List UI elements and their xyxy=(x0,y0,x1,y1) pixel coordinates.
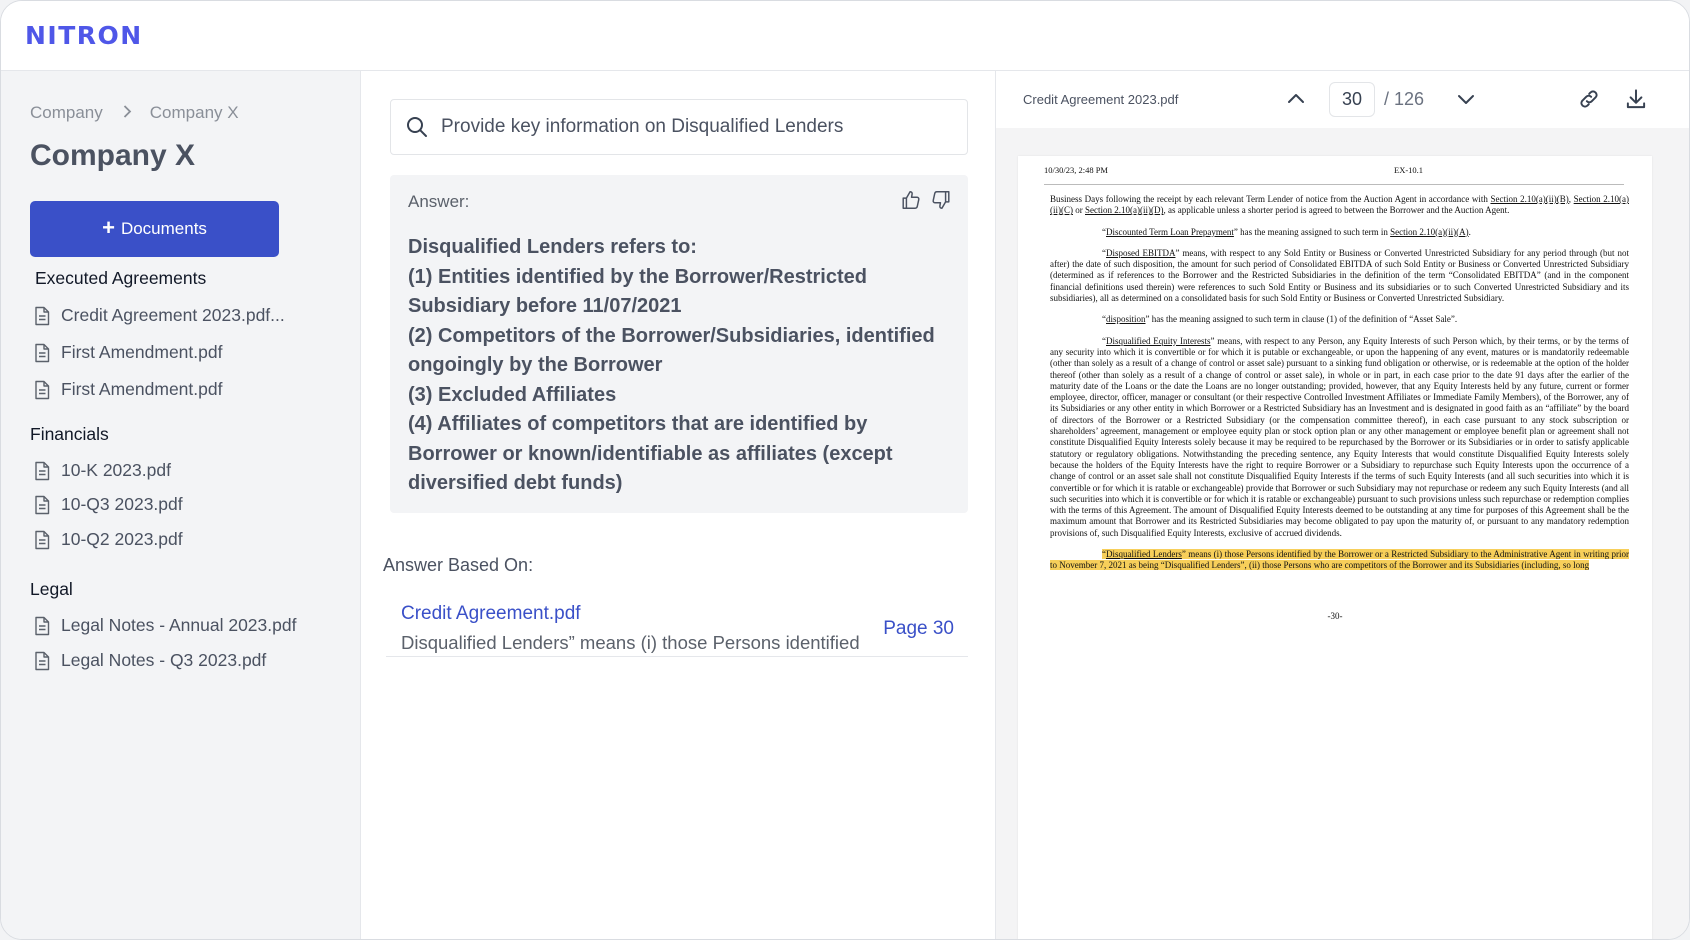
pdf-reference: Section 2.10(a)(ii)(D) xyxy=(1085,205,1164,216)
pdf-text: or xyxy=(1073,205,1085,216)
pdf-text: Business Days following the receipt by e… xyxy=(1050,194,1491,204)
file-name: 10-Q2 2023.pdf xyxy=(61,529,183,549)
pdf-viewer: Credit Agreement 2023.pdf 30 / 126 10/30… xyxy=(996,71,1689,939)
pdf-text: , as applicable unless a shorter period … xyxy=(1163,205,1510,216)
answer-line: (3) Excluded Affiliates xyxy=(408,383,617,406)
document-icon xyxy=(35,651,50,670)
section-heading-legal: Legal xyxy=(30,579,73,599)
add-documents-label: Documents xyxy=(120,219,207,238)
breadcrumb-item-company[interactable]: Company xyxy=(30,103,103,123)
file-name: Legal Notes - Q3 2023.pdf xyxy=(61,650,267,670)
file-item[interactable]: First Amendment.pdf xyxy=(33,342,222,363)
top-bar: NITRON xyxy=(1,1,1689,71)
chevron-right-icon xyxy=(123,104,132,122)
logo[interactable]: NITRON xyxy=(25,21,143,50)
pdf-paragraph: “Disposed EBITDA” means, with respect to… xyxy=(1050,247,1629,304)
pdf-paragraph: “Disqualified Equity Interests” means, w… xyxy=(1050,335,1629,538)
add-documents-button[interactable]: + Documents xyxy=(30,201,279,257)
document-icon xyxy=(35,461,50,480)
answer-line: (2) Competitors of the Borrower/Subsidia… xyxy=(408,324,935,377)
answer-line: (1) Entities identified by the Borrower/… xyxy=(408,265,867,318)
file-item[interactable]: 10-Q3 2023.pdf xyxy=(33,494,183,515)
pdf-page-header: 10/30/23, 2:48 PM EX-10.1 xyxy=(1044,165,1624,175)
pdf-term: Disposed EBITDA xyxy=(1106,247,1176,258)
plus-icon: + xyxy=(102,215,115,240)
download-icon[interactable] xyxy=(1623,86,1649,112)
viewer-file-name: Credit Agreement 2023.pdf xyxy=(1023,92,1179,107)
file-name: 10-K 2023.pdf xyxy=(61,460,171,480)
pdf-term: disposition xyxy=(1106,314,1146,325)
pdf-term: Disqualified Equity Interests xyxy=(1106,335,1211,346)
pdf-term: Disqualified Lenders xyxy=(1106,549,1182,560)
breadcrumb: Company Company X xyxy=(30,103,239,123)
pdf-text: ” has the meaning assigned to such term … xyxy=(1145,314,1458,325)
breadcrumb-item-current[interactable]: Company X xyxy=(150,103,239,123)
file-item[interactable]: First Amendment.pdf xyxy=(33,379,222,400)
source-title[interactable]: Credit Agreement.pdf xyxy=(401,603,581,625)
document-icon xyxy=(35,306,50,325)
section-heading-financials: Financials xyxy=(30,424,109,444)
page-title: Company X xyxy=(30,139,196,172)
pdf-paragraph: “disposition” has the meaning assigned t… xyxy=(1102,314,1458,325)
answer-card: Answer: Disqualified Lenders refers to: … xyxy=(390,175,968,513)
document-icon xyxy=(35,530,50,549)
file-name: 10-Q3 2023.pdf xyxy=(61,494,183,514)
file-name: First Amendment.pdf xyxy=(61,342,223,362)
file-name: First Amendment.pdf xyxy=(61,379,223,399)
file-item[interactable]: 10-K 2023.pdf xyxy=(33,460,171,481)
thumbs-down-icon[interactable] xyxy=(930,189,952,211)
document-icon xyxy=(35,616,50,635)
app-window: NITRON Company Company X Company X + Doc… xyxy=(0,0,1690,940)
file-item[interactable]: 10-Q2 2023.pdf xyxy=(33,529,183,550)
pdf-reference: Section 2.10(a)(ii)(B) xyxy=(1490,194,1569,204)
pdf-paragraph: “Discounted Term Loan Prepayment” has th… xyxy=(1102,226,1471,237)
search-icon xyxy=(407,117,427,137)
pdf-reference: Section 2.10(a)(ii)(A) xyxy=(1390,226,1469,237)
pdf-page: 10/30/23, 2:48 PM EX-10.1 Business Days … xyxy=(1018,156,1652,939)
search-box[interactable] xyxy=(390,99,968,155)
pdf-header-right: EX-10.1 xyxy=(1394,165,1424,175)
page-total: / 126 xyxy=(1384,89,1425,109)
thumbs-up-icon[interactable] xyxy=(900,189,922,211)
pdf-text: ” means, with respect to any Person, any… xyxy=(1050,335,1629,538)
section-heading-executed-agreements: Executed Agreements xyxy=(35,268,207,288)
document-icon xyxy=(35,380,50,399)
divider xyxy=(1044,184,1624,185)
pdf-header-left: 10/30/23, 2:48 PM xyxy=(1044,165,1108,175)
sources-heading: Answer Based On: xyxy=(383,555,534,575)
qa-panel: Answer: Disqualified Lenders refers to: … xyxy=(361,71,996,939)
document-icon xyxy=(35,343,50,362)
file-name: Credit Agreement 2023.pdf... xyxy=(61,305,285,325)
pdf-paragraph: Business Days following the receipt by e… xyxy=(1050,194,1629,217)
feedback-buttons xyxy=(900,189,952,211)
chevron-down-icon[interactable] xyxy=(1454,87,1478,111)
pdf-text: ” has the meaning assigned to such term … xyxy=(1233,226,1391,237)
file-item[interactable]: Legal Notes - Annual 2023.pdf xyxy=(33,615,296,636)
answer-label: Answer: xyxy=(408,192,470,211)
pdf-highlighted-paragraph: “Disqualified Lenders” means (i) those P… xyxy=(1050,549,1629,572)
file-name: Legal Notes - Annual 2023.pdf xyxy=(61,615,297,635)
viewer-toolbar: Credit Agreement 2023.pdf 30 / 126 xyxy=(996,71,1689,128)
search-input[interactable] xyxy=(441,116,941,138)
answer-text: Disqualified Lenders refers to: (1) Enti… xyxy=(408,233,958,499)
link-icon[interactable] xyxy=(1576,86,1602,112)
chevron-up-icon[interactable] xyxy=(1284,87,1308,111)
document-icon xyxy=(35,495,50,514)
page-number-input[interactable]: 30 xyxy=(1329,82,1375,117)
source-page-link[interactable]: Page 30 xyxy=(883,618,954,640)
answer-line: Disqualified Lenders refers to: xyxy=(408,236,697,258)
source-snippet: Disqualified Lenders” means (i) those Pe… xyxy=(401,632,860,653)
pdf-page-body: Business Days following the receipt by e… xyxy=(1050,194,1629,582)
pdf-term: Discounted Term Loan Prepayment xyxy=(1106,226,1234,237)
sidebar: Company Company X Company X + Documents … xyxy=(1,71,361,939)
source-item[interactable]: Credit Agreement.pdf Disqualified Lender… xyxy=(386,591,968,657)
pdf-page-footer: -30- xyxy=(1327,611,1343,621)
file-item[interactable]: Credit Agreement 2023.pdf... xyxy=(33,305,285,326)
answer-line: (4) Affiliates of competitors that are i… xyxy=(408,413,893,494)
file-item[interactable]: Legal Notes - Q3 2023.pdf xyxy=(33,650,266,671)
highlight: “Disqualified Lenders” means (i) those P… xyxy=(1050,549,1629,571)
